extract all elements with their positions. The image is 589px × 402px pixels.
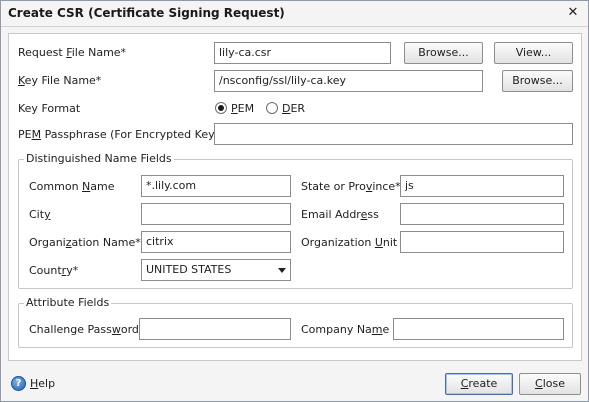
chevron-down-icon [278,268,286,273]
city-label: City [29,208,51,221]
common-name-input[interactable]: *.lily.com [141,175,291,197]
close-icon[interactable]: ✕ [564,4,582,22]
country-select-value: UNITED STATES [146,263,232,276]
request-file-view-button[interactable]: View... [494,42,573,64]
passphrase-input[interactable] [214,123,573,145]
create-csr-dialog: Create CSR (Certificate Signing Request)… [0,0,589,402]
pem-radio[interactable] [215,102,227,114]
request-file-label: Request File Name* [18,46,127,59]
city-input[interactable] [141,203,291,225]
org-name-input[interactable]: citrix [141,231,291,253]
close-button[interactable]: Close [519,373,581,395]
passphrase-label: PEM Passphrase (For Encrypted Key) [18,128,219,141]
title-bar: Create CSR (Certificate Signing Request)… [1,1,588,27]
country-label: Country* [29,264,79,277]
request-file-input[interactable]: lily-ca.csr [214,42,391,64]
request-file-browse-button[interactable]: Browse... [404,42,483,64]
country-select[interactable]: UNITED STATES [141,259,291,281]
challenge-password-label: Challenge Password [29,323,139,336]
distinguished-name-group: Distinguished Name Fields Common Name *.… [18,152,573,289]
email-label: Email Address [301,208,379,221]
form-panel: Request File Name* lily-ca.csr Browse...… [8,33,582,361]
challenge-password-input[interactable] [139,318,291,340]
org-unit-label: Organization Unit [301,236,398,249]
key-file-label: Key File Name* [18,74,102,87]
key-file-browse-button[interactable]: Browse... [502,70,573,92]
company-name-label: Company Name [301,323,390,336]
common-name-label: Common Name [29,180,115,193]
der-radio-label[interactable]: DER [282,102,305,116]
key-file-input[interactable]: /nsconfig/ssl/lily-ca.key [214,70,483,92]
email-input[interactable] [400,203,564,225]
pem-radio-label[interactable]: PEM [231,102,254,116]
create-button[interactable]: Create [445,373,513,395]
attribute-fields-group: Attribute Fields Challenge Password Comp… [18,296,573,348]
help-icon[interactable]: ? [11,376,26,391]
distinguished-name-legend: Distinguished Name Fields [24,152,174,166]
state-label: State or Province* [301,180,401,193]
key-format-label: Key Format [18,102,81,115]
org-unit-input[interactable] [400,231,564,253]
attribute-fields-legend: Attribute Fields [24,296,112,310]
org-name-label: Organization Name* [29,236,141,249]
der-radio[interactable] [266,102,278,114]
company-name-input[interactable] [393,318,564,340]
state-input[interactable]: js [400,175,564,197]
dialog-title: Create CSR (Certificate Signing Request) [8,6,285,20]
help-link[interactable]: Help [30,377,55,391]
